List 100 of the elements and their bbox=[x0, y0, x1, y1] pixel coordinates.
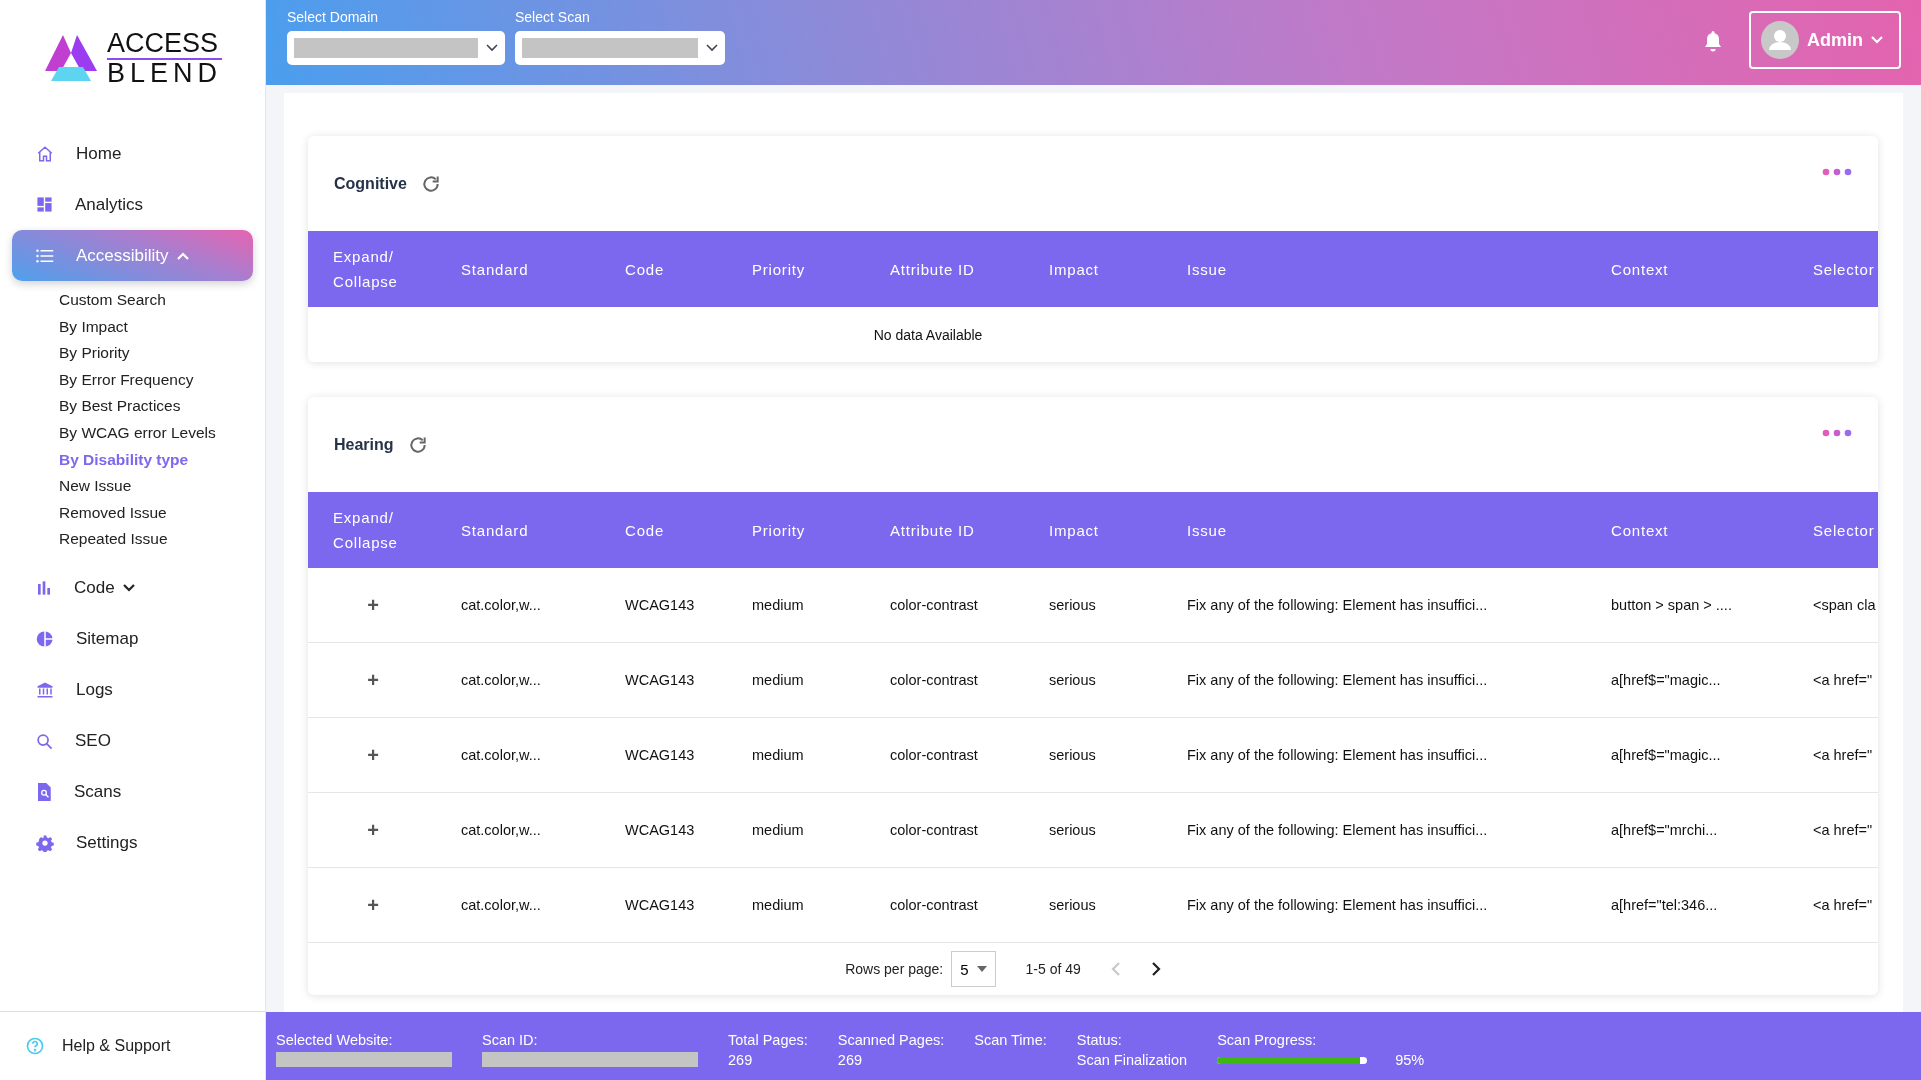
column-header: Issue bbox=[1187, 259, 1228, 280]
table-cell-text: medium bbox=[752, 822, 805, 838]
table-cell-text: color-contrast bbox=[890, 822, 979, 838]
caret-icon bbox=[122, 584, 135, 593]
chevron-down-icon bbox=[706, 44, 718, 52]
nav-item[interactable]: Home bbox=[12, 128, 253, 179]
submenu-item[interactable]: By Impact bbox=[59, 313, 253, 341]
nav-item[interactable]: Scans bbox=[12, 766, 253, 818]
nav-label: Logs bbox=[76, 680, 113, 701]
table-cell-text: <a href=" bbox=[1813, 897, 1874, 913]
column-header: Code bbox=[625, 259, 666, 280]
table-cell-text: serious bbox=[1049, 897, 1097, 913]
submenu-item[interactable]: By Disability type bbox=[59, 446, 253, 474]
column-header: Context bbox=[1611, 520, 1670, 541]
dashboard-icon bbox=[36, 196, 53, 213]
section-title: Hearing bbox=[334, 435, 394, 454]
select-label: Select Scan bbox=[515, 9, 591, 25]
avatar-icon bbox=[1761, 21, 1799, 59]
status-label: Scanned Pages: bbox=[837, 1032, 945, 1048]
refresh-icon[interactable] bbox=[407, 434, 428, 455]
nav-label: Home bbox=[76, 143, 122, 164]
nav-item[interactable]: Sitemap bbox=[12, 613, 253, 665]
table-cell-text: <a href=" bbox=[1813, 747, 1874, 763]
more-options-icon[interactable] bbox=[1822, 168, 1852, 176]
table-cell-text: cat.color,w... bbox=[461, 597, 542, 613]
column-header: Attribute ID bbox=[890, 520, 976, 541]
table-cell-text: <a href=" bbox=[1813, 822, 1874, 838]
submenu-item[interactable]: Repeated Issue bbox=[59, 526, 253, 553]
table-cell-text: WCAG143 bbox=[625, 747, 696, 763]
column-header: Standard bbox=[461, 259, 530, 280]
next-page-button[interactable] bbox=[1150, 962, 1161, 976]
table-cell-text: medium bbox=[752, 897, 805, 913]
caret-down-icon bbox=[976, 966, 987, 972]
status-label: Scan Progress: bbox=[1217, 1032, 1318, 1048]
column-header: Priority bbox=[752, 520, 807, 541]
settings-icon bbox=[36, 834, 54, 853]
bell-icon[interactable] bbox=[1703, 30, 1723, 52]
expand-button[interactable]: + bbox=[361, 668, 385, 692]
home-icon bbox=[36, 144, 54, 163]
help-link[interactable]: Help & Support bbox=[0, 1011, 265, 1080]
table-cell-text: cat.color,w... bbox=[461, 822, 542, 838]
nav-label: Analytics bbox=[75, 194, 144, 215]
nav-item[interactable]: SEO bbox=[12, 715, 253, 767]
table-cell-text: serious bbox=[1049, 672, 1097, 688]
logo-text: ACCESS bbox=[107, 29, 222, 60]
submenu-item[interactable]: New Issue bbox=[59, 473, 253, 500]
rows-per-page-select[interactable]: 5 bbox=[951, 951, 996, 987]
table-cell-text: serious bbox=[1049, 822, 1097, 838]
document-search-icon bbox=[36, 783, 52, 802]
status-label: Total Pages: bbox=[728, 1032, 808, 1048]
logo-icon bbox=[43, 33, 99, 83]
submenu-item[interactable]: Custom Search bbox=[59, 287, 253, 314]
submenu-item[interactable]: By WCAG error Levels bbox=[59, 419, 253, 447]
more-options-icon[interactable] bbox=[1822, 429, 1852, 437]
search-icon bbox=[36, 732, 53, 750]
submenu-item[interactable]: By Best Practices bbox=[59, 393, 253, 420]
logo-text: BLEND bbox=[107, 59, 222, 87]
nav-item[interactable]: Analytics bbox=[12, 179, 253, 230]
nav-label: Sitemap bbox=[76, 629, 139, 650]
table-cell-text: Fix any of the following: Element has insuffici... bbox=[1187, 897, 1489, 913]
table-cell-text: medium bbox=[752, 597, 805, 613]
nav-label: Scans bbox=[74, 782, 122, 803]
expand-button[interactable]: + bbox=[361, 893, 385, 917]
status-label: Scan Time: bbox=[974, 1032, 1047, 1048]
expand-button[interactable]: + bbox=[361, 593, 385, 617]
nav-item[interactable]: Logs bbox=[12, 664, 253, 716]
expand-button[interactable]: + bbox=[361, 743, 385, 767]
table-cell-text: color-contrast bbox=[890, 597, 979, 613]
submenu-item[interactable]: Removed Issue bbox=[59, 499, 253, 527]
table-cell-text: a[href$="magic... bbox=[1611, 747, 1722, 763]
table-cell-text: a[href$="magic... bbox=[1611, 672, 1722, 688]
table-cell-text: <span cla bbox=[1813, 597, 1877, 613]
submenu-item[interactable]: By Error Frequency bbox=[59, 366, 253, 394]
table-cell-text: <a href=" bbox=[1813, 672, 1874, 688]
status-label: Scan ID: bbox=[482, 1032, 539, 1048]
table-cell-text: a[href$="mrchi... bbox=[1611, 822, 1719, 838]
empty-message: No data Available bbox=[873, 326, 983, 343]
nav-item[interactable]: Settings bbox=[12, 817, 253, 869]
status-value: Scan Finalization bbox=[1076, 1052, 1188, 1068]
section-title: Cognitive bbox=[334, 174, 407, 193]
column-header: Selector bbox=[1813, 259, 1876, 280]
column-header: Priority bbox=[752, 259, 807, 280]
rows-per-page-label: Rows per page: bbox=[845, 961, 944, 977]
status-value: 269 bbox=[728, 1052, 754, 1068]
table-cell-text: serious bbox=[1049, 597, 1097, 613]
refresh-icon[interactable] bbox=[420, 173, 441, 194]
column-header: Selector bbox=[1813, 520, 1876, 541]
bar-chart-icon bbox=[36, 580, 52, 597]
nav-item[interactable]: Code bbox=[12, 562, 253, 614]
submenu-item[interactable]: By Priority bbox=[59, 340, 253, 367]
table-cell-text: WCAG143 bbox=[625, 672, 696, 688]
table-cell-text: serious bbox=[1049, 747, 1097, 763]
column-header: Impact bbox=[1049, 259, 1100, 280]
table-cell-text: WCAG143 bbox=[625, 822, 696, 838]
column-header: Attribute ID bbox=[890, 259, 976, 280]
expand-button[interactable]: + bbox=[361, 818, 385, 842]
table-cell-text: WCAG143 bbox=[625, 597, 696, 613]
status-value: 269 bbox=[837, 1052, 863, 1068]
column-header: Context bbox=[1611, 259, 1670, 280]
select-label: Select Domain bbox=[287, 9, 380, 25]
